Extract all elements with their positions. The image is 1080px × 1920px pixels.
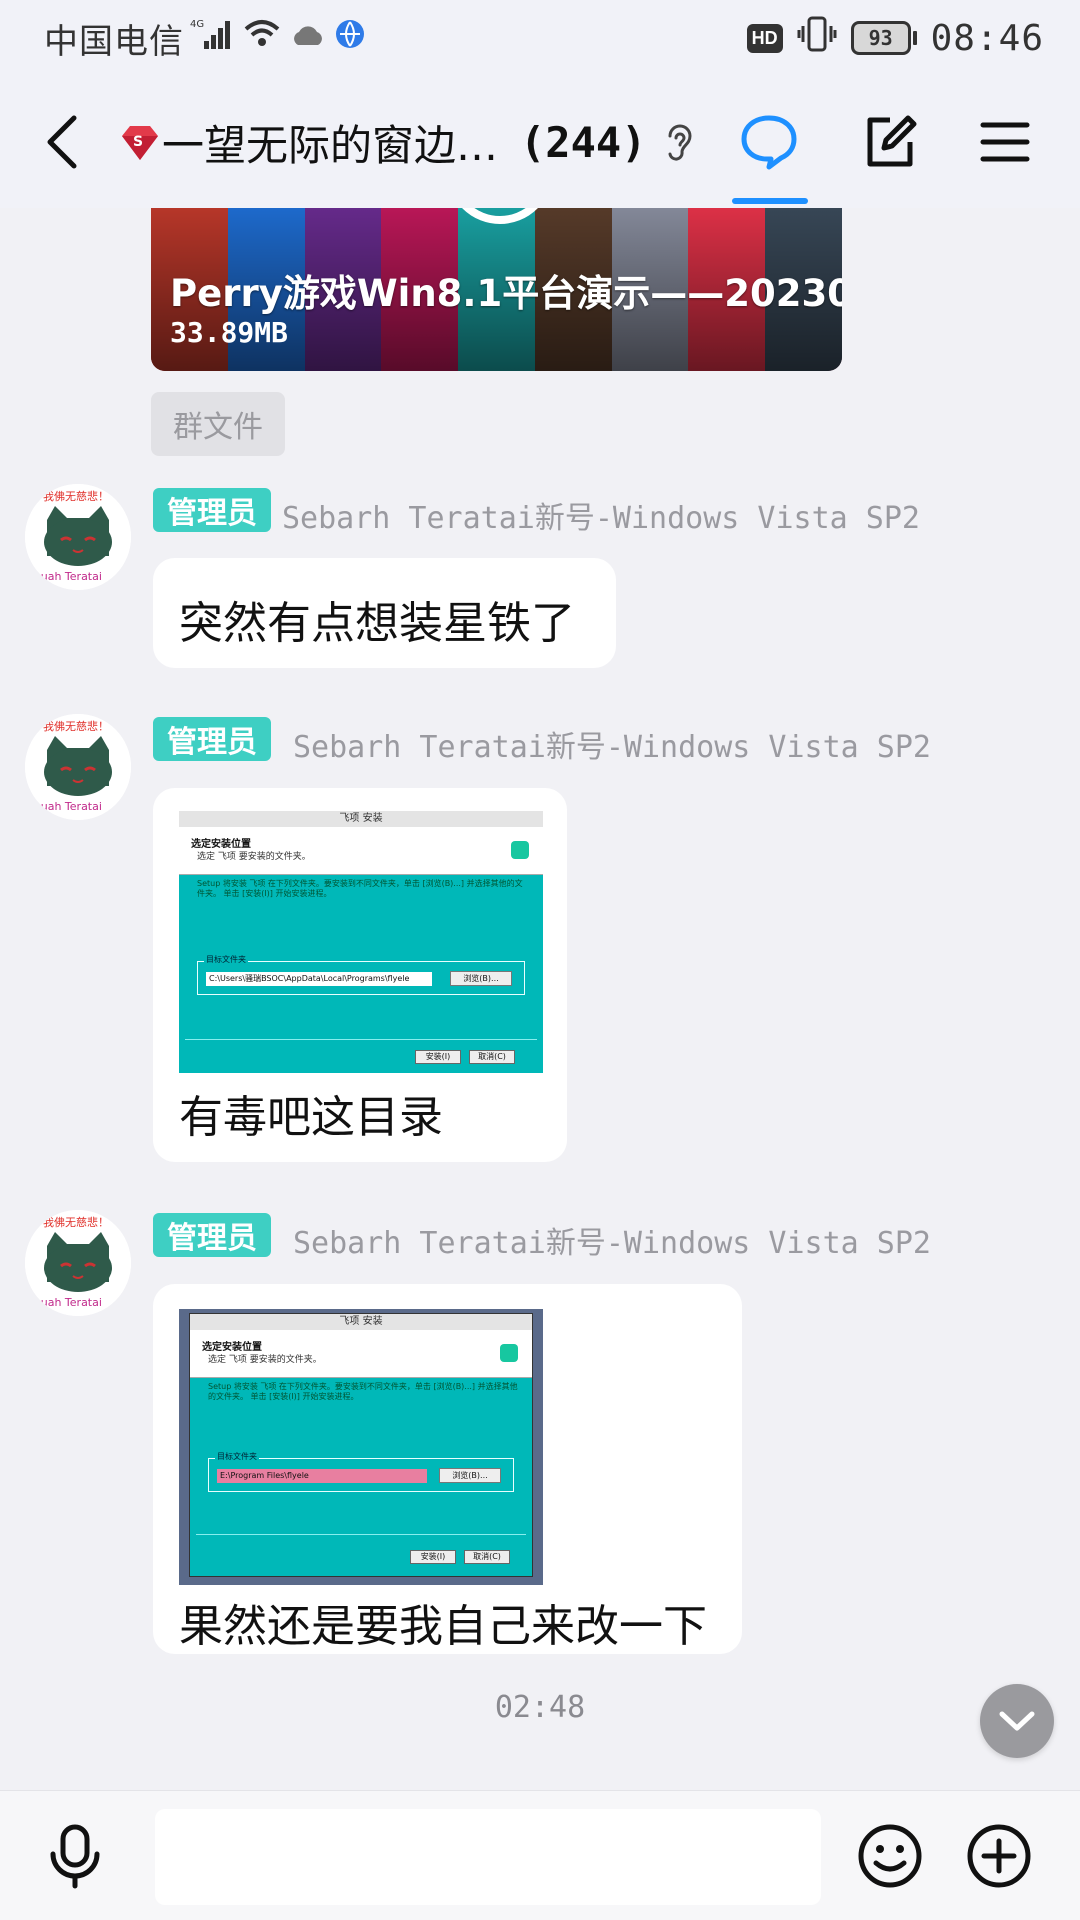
- svg-text:ebuah Teratai: ebuah Teratai: [27, 800, 102, 813]
- menu-icon: [980, 122, 1030, 162]
- app-logo-icon: [500, 1344, 518, 1362]
- app-logo-icon: [511, 841, 529, 859]
- active-tab-indicator: [732, 198, 808, 204]
- scroll-to-bottom-button[interactable]: [980, 1684, 1054, 1758]
- video-file-name: Perry游戏Win8.1平台演示——20230…: [170, 272, 842, 315]
- chevron-left-icon: [47, 115, 77, 169]
- sender-name[interactable]: Sebarh Teratai新号-Windows Vista SP2: [293, 1218, 931, 1262]
- svg-text:4G: 4G: [190, 19, 204, 30]
- message-input[interactable]: [155, 1809, 821, 1905]
- group-title[interactable]: 一望无际的窗边…: [162, 112, 498, 173]
- message-bubble[interactable]: 飞项 安装 选定安装位置 选定 飞项 要安装的文件夹。 Setup 将安装 飞项…: [153, 788, 567, 1162]
- menu-button[interactable]: [960, 76, 1050, 208]
- video-file-size: 33.89MB: [170, 316, 289, 349]
- message-bubble[interactable]: 飞项 安装 选定安装位置 选定 飞项 要安装的文件夹。 Setup 将安装 飞项…: [153, 1284, 742, 1654]
- admin-badge: 管理员: [153, 717, 271, 761]
- smiley-icon: [858, 1824, 922, 1888]
- svg-text:我佛无慈悲！: 我佛无慈悲！: [43, 489, 109, 503]
- status-bar: 中国电信 4G HD 93 08:46: [0, 0, 1080, 76]
- microphone-icon: [50, 1824, 100, 1889]
- message-text: 有毒吧这目录: [179, 1092, 443, 1143]
- chat-tab-button[interactable]: [724, 76, 814, 208]
- plus-circle-icon: [967, 1824, 1031, 1888]
- svg-text:我佛无慈悲！: 我佛无慈悲！: [43, 719, 109, 733]
- sender-name[interactable]: Sebarh Teratai新号-Windows Vista SP2: [293, 722, 931, 766]
- announcement-edit-button[interactable]: [845, 76, 935, 208]
- message-list[interactable]: Perry游戏Win8.1平台演示——20230… 33.89MB 群文件 我佛…: [0, 208, 1080, 1790]
- hd-badge: HD: [746, 23, 783, 53]
- time-separator: 02:48: [494, 1690, 586, 1725]
- message-text: 果然还是要我自己来改一下: [179, 1601, 707, 1652]
- cloud-icon: [290, 18, 326, 58]
- ear-icon[interactable]: [660, 120, 700, 164]
- installer-screenshot-image[interactable]: 飞项 安装 选定安装位置 选定 飞项 要安装的文件夹。 Setup 将安装 飞项…: [179, 1309, 543, 1585]
- avatar[interactable]: 我佛无慈悲！ ebuah Teratai: [25, 484, 131, 590]
- edit-icon: [867, 115, 917, 167]
- browser-icon: [334, 18, 366, 59]
- chat-bubble-icon: [741, 115, 797, 170]
- vibrate-icon: [797, 16, 837, 61]
- svg-text:ebuah Teratai: ebuah Teratai: [27, 570, 102, 583]
- cat-avatar-icon: 我佛无慈悲！ ebuah Teratai: [25, 714, 131, 820]
- admin-badge: 管理员: [153, 488, 271, 532]
- carrier-label: 中国电信: [44, 21, 184, 62]
- member-count: (244): [520, 117, 647, 167]
- admin-badge: 管理员: [153, 1213, 271, 1257]
- chat-header: S 一望无际的窗边… (244): [0, 76, 1080, 208]
- clock: 08:46: [930, 17, 1044, 59]
- message-text: 突然有点想装星铁了: [179, 598, 575, 649]
- sender-name[interactable]: Sebarh Teratai新号-Windows Vista SP2: [282, 493, 920, 537]
- battery-level: 93: [850, 21, 911, 55]
- group-file-tag[interactable]: 群文件: [151, 392, 285, 456]
- wifi-icon: [242, 17, 282, 60]
- battery-indicator: 93: [850, 21, 917, 55]
- installer-screenshot-image[interactable]: 飞项 安装 选定安装位置 选定 飞项 要安装的文件夹。 Setup 将安装 飞项…: [179, 811, 543, 1073]
- video-file-card[interactable]: Perry游戏Win8.1平台演示——20230… 33.89MB: [151, 208, 842, 371]
- emoji-button[interactable]: [857, 1823, 923, 1889]
- input-bar: [0, 1790, 1080, 1920]
- more-actions-button[interactable]: [966, 1823, 1032, 1889]
- voice-button[interactable]: [42, 1821, 108, 1893]
- avatar[interactable]: 我佛无慈悲！ ebuah Teratai: [25, 714, 131, 820]
- cat-avatar-icon: 我佛无慈悲！ ebuah Teratai: [25, 484, 131, 590]
- cat-avatar-icon: 我佛无慈悲！ ebuah Teratai: [25, 1210, 131, 1316]
- avatar[interactable]: 我佛无慈悲！ ebuah Teratai: [25, 1210, 131, 1316]
- back-button[interactable]: [30, 110, 94, 174]
- signal-icon: 4G: [190, 17, 234, 60]
- message-bubble[interactable]: 突然有点想装星铁了: [153, 558, 616, 668]
- svg-text:ebuah Teratai: ebuah Teratai: [27, 1296, 102, 1309]
- svg-text:我佛无慈悲！: 我佛无慈悲！: [43, 1215, 109, 1229]
- group-level-gem-icon: S: [122, 126, 158, 160]
- chevron-down-icon: [999, 1711, 1035, 1731]
- svg-text:S: S: [133, 134, 143, 150]
